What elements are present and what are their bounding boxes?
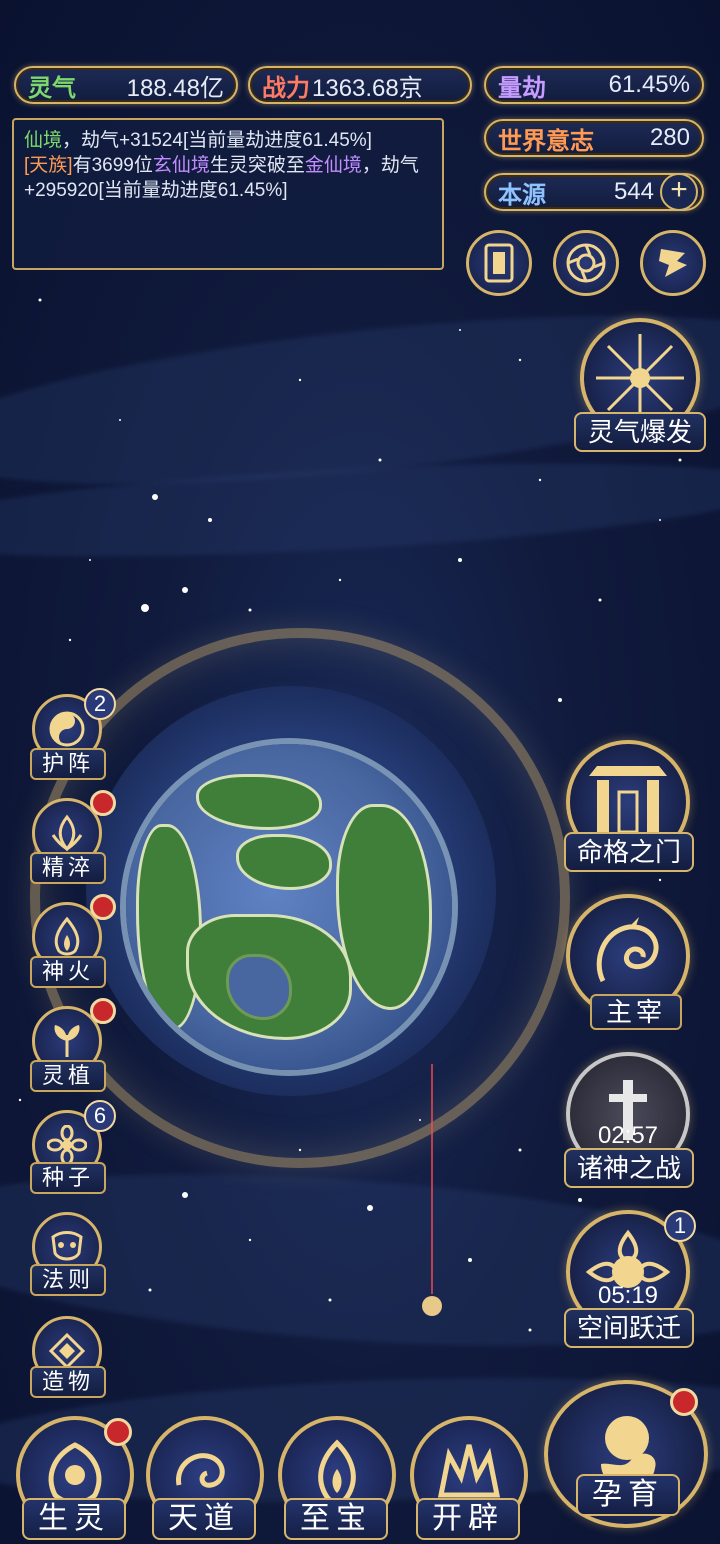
ruler-label: 主宰 — [590, 994, 682, 1030]
divine-fire-alert-dot — [90, 894, 116, 920]
flag-icon-button[interactable] — [640, 230, 706, 296]
refine-alert-dot — [90, 790, 116, 816]
log-realm-b: 金仙境 — [304, 155, 362, 176]
log-realm-a: 玄仙境 — [152, 155, 210, 176]
flower-icon — [47, 1125, 87, 1165]
flame-icon — [54, 917, 80, 956]
breed-alert-dot — [670, 1388, 698, 1416]
liangjie-label: 量劫 — [498, 72, 546, 102]
world-will-label: 世界意志 — [498, 125, 594, 155]
lingqi-value: 188.48亿 — [126, 74, 224, 102]
liangjie-stat[interactable]: 量劫 61.45% — [484, 66, 704, 104]
seed-badge: 6 — [84, 1100, 116, 1132]
formation-label: 护阵 — [30, 748, 106, 780]
log-clan-tag: [天族] — [24, 155, 73, 176]
space-leap-label: 空间跃迁 — [564, 1308, 694, 1348]
treasure-label: 至宝 — [284, 1498, 388, 1540]
liangjie-value: 61.45% — [608, 71, 690, 98]
zhanli-value: 1363.68京 — [312, 74, 423, 102]
divine-fire-label: 神火 — [30, 956, 106, 988]
creatures-label: 生灵 — [22, 1498, 126, 1540]
creation-label: 造物 — [30, 1366, 106, 1398]
event-log: 仙境，劫气+31524[当前量劫进度61.45%] [天族]有3699位玄仙境生… — [12, 118, 444, 270]
law-label: 法则 — [30, 1264, 106, 1296]
log-realm-tag: 仙境 — [24, 130, 63, 151]
space-leap-badge: 1 — [664, 1210, 696, 1242]
benyuan-label: 本源 — [498, 179, 546, 209]
lingqi-label: 灵气 — [28, 72, 76, 102]
lingqi-stat[interactable]: 灵气 188.48亿 — [14, 66, 238, 104]
pioneer-label: 开辟 — [416, 1498, 520, 1540]
gods-war-label: 诸神之战 — [564, 1148, 694, 1188]
refine-label: 精淬 — [30, 852, 106, 884]
fate-gate-label: 命格之门 — [564, 832, 694, 872]
plant-icon — [54, 1025, 80, 1057]
vortex-icon-button[interactable] — [553, 230, 619, 296]
zhanli-label: 战力 — [262, 72, 310, 102]
spirit-burst-label: 灵气爆发 — [574, 412, 706, 452]
card-icon-button[interactable] — [466, 230, 532, 296]
flag-icon — [659, 249, 687, 277]
diamond-icon — [48, 1332, 86, 1370]
satellite-beam — [422, 1064, 442, 1316]
add-benyuan-button[interactable]: + — [660, 173, 698, 211]
dragon-icon — [596, 917, 659, 983]
world-will-value: 280 — [649, 124, 690, 151]
world-planet[interactable] — [126, 744, 452, 1070]
log-line-1-text: ，劫气+31524[当前量劫进度61.45%] — [62, 130, 372, 151]
formation-badge: 2 — [84, 688, 116, 720]
creatures-alert-dot — [104, 1418, 132, 1446]
gate-icon — [589, 766, 667, 836]
gods-war-timer: 02:57 — [597, 1122, 659, 1149]
log-line-2-text-b: 生灵突破至 — [209, 155, 305, 176]
vortex-icon — [566, 243, 606, 283]
yin-yang-icon — [49, 711, 85, 747]
world-will-stat[interactable]: 世界意志 280 — [484, 119, 704, 157]
spirit-plant-label: 灵植 — [30, 1060, 106, 1092]
log-line-2: [天族]有3699位玄仙境生灵突破至金仙境，劫气+295920[当前量劫进度61… — [24, 153, 432, 203]
log-line-2-text-a: 有3699位 — [72, 155, 153, 176]
benyuan-stat[interactable]: 本源 544 + — [484, 173, 704, 211]
benyuan-value: 544 — [613, 178, 654, 205]
card-icon — [484, 243, 514, 283]
log-line-1: 仙境，劫气+31524[当前量劫进度61.45%] — [24, 128, 432, 153]
zhanli-stat[interactable]: 战力 1363.68京 — [248, 66, 472, 104]
space-leap-timer: 05:19 — [597, 1282, 659, 1309]
spirit-plant-alert-dot — [90, 998, 116, 1024]
breed-label: 孕育 — [576, 1474, 680, 1516]
heaven-way-label: 天道 — [152, 1498, 256, 1540]
seed-label: 种子 — [30, 1162, 106, 1194]
lotus-flame-icon — [51, 814, 83, 852]
mask-icon — [51, 1231, 83, 1261]
